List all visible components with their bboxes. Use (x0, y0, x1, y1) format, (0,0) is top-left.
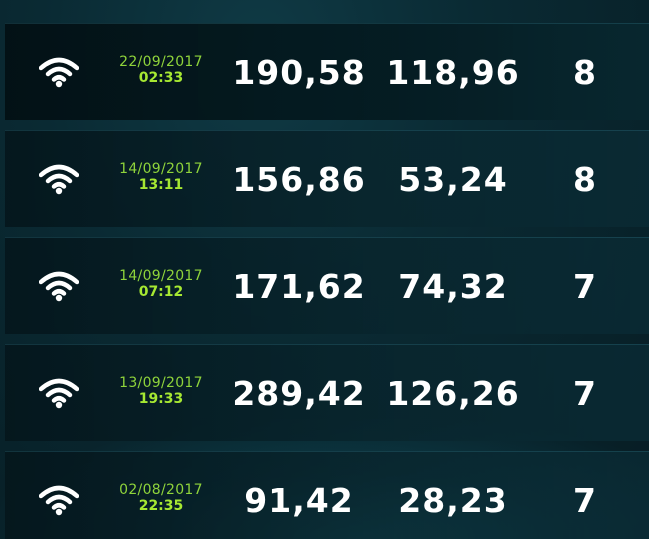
timestamp: 22/09/2017 02:33 (110, 54, 212, 86)
result-time: 13:11 (138, 177, 184, 193)
result-date: 02/08/2017 (119, 482, 203, 498)
upload-value: 118,96 (386, 53, 520, 92)
count-value: 7 (573, 374, 597, 413)
result-date: 14/09/2017 (119, 268, 203, 284)
timestamp: 02/08/2017 22:35 (110, 482, 212, 514)
result-row[interactable]: 22/09/2017 02:33 190,58 118,96 8 (5, 23, 649, 120)
count-value: 7 (573, 481, 597, 520)
download-value: 289,42 (232, 374, 366, 413)
upload-value: 74,32 (398, 267, 508, 306)
result-row[interactable]: 13/09/2017 19:33 289,42 126,26 7 (5, 344, 649, 441)
wifi-icon (39, 57, 79, 88)
count-value: 7 (573, 267, 597, 306)
wifi-icon (39, 271, 79, 302)
result-date: 22/09/2017 (119, 54, 203, 70)
result-row[interactable]: 14/09/2017 07:12 171,62 74,32 7 (5, 237, 649, 334)
upload-value: 53,24 (398, 160, 508, 199)
download-value: 171,62 (232, 267, 366, 306)
upload-value: 28,23 (398, 481, 508, 520)
upload-value: 126,26 (386, 374, 520, 413)
result-date: 13/09/2017 (119, 375, 203, 391)
result-time: 07:12 (138, 284, 184, 300)
result-row[interactable]: 14/09/2017 13:11 156,86 53,24 8 (5, 130, 649, 227)
timestamp: 13/09/2017 19:33 (110, 375, 212, 407)
result-row[interactable]: 02/08/2017 22:35 91,42 28,23 7 (5, 451, 649, 539)
download-value: 156,86 (232, 160, 366, 199)
result-date: 14/09/2017 (119, 161, 203, 177)
result-time: 22:35 (138, 498, 184, 514)
timestamp: 14/09/2017 07:12 (110, 268, 212, 300)
wifi-icon (39, 485, 79, 516)
download-value: 91,42 (244, 481, 354, 520)
count-value: 8 (573, 53, 597, 92)
wifi-icon (39, 378, 79, 409)
count-value: 8 (573, 160, 597, 199)
timestamp: 14/09/2017 13:11 (110, 161, 212, 193)
result-time: 19:33 (138, 391, 184, 407)
wifi-icon (39, 164, 79, 195)
download-value: 190,58 (232, 53, 366, 92)
result-time: 02:33 (138, 70, 184, 86)
results-list: 22/09/2017 02:33 190,58 118,96 8 14/09/2… (5, 23, 649, 539)
